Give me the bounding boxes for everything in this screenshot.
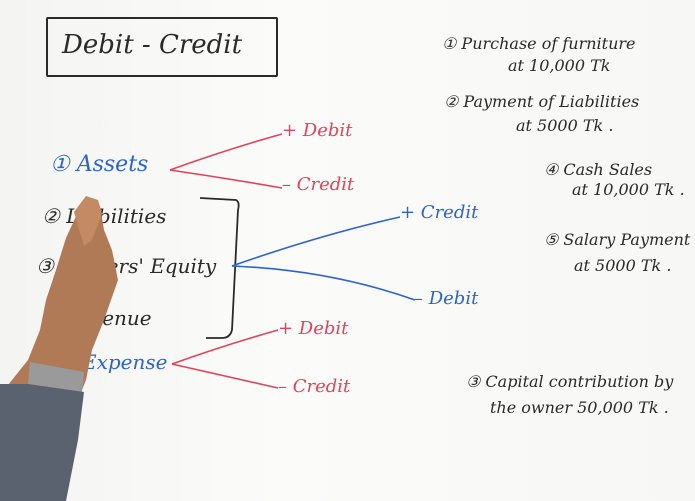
example-5-line2: at 5000 Tk . [574, 256, 672, 275]
account-owners-equity: ③ Owners' Equity [36, 254, 217, 278]
expense-minus-line [171, 363, 279, 389]
example-3-line1: ③ Capital contribution by [466, 372, 674, 391]
example-2-line1: ② Payment of Liabilities [444, 92, 640, 111]
example-3-line2: the owner 50,000 Tk . [490, 398, 669, 417]
expense-minus-credit: – Credit [278, 376, 351, 397]
example-1-line1: ① Purchase of furniture [442, 34, 636, 53]
example-1-line2: at 10,000 Tk [508, 56, 611, 75]
group-plus-line [231, 216, 401, 267]
example-4-line2: at 10,000 Tk . [572, 180, 685, 199]
assets-plus-line [169, 133, 283, 171]
group-minus-debit: – Debit [414, 288, 479, 309]
group-minus-line [231, 265, 416, 301]
whiteboard: Debit - Credit ① Assets ② Liabilities ③ … [0, 0, 695, 501]
connector-lines [169, 133, 416, 389]
assets-minus-line [169, 169, 283, 189]
example-4-line1: ④ Cash Sales [544, 160, 653, 179]
expense-plus-line [171, 329, 279, 365]
assets-plus-debit: + Debit [282, 120, 353, 141]
account-liabilities: ② Liabilities [42, 204, 167, 228]
example-2-line2: at 5000 Tk . [516, 116, 614, 135]
expense-plus-debit: + Debit [278, 318, 349, 339]
assets-minus-credit: – Credit [282, 174, 355, 195]
account-revenue: Revenue [64, 306, 152, 330]
example-5-line1: ⑤ Salary Payment [544, 230, 691, 249]
account-assets: ① Assets [50, 152, 149, 177]
group-plus-credit: + Credit [400, 202, 479, 223]
account-expense: Expense [82, 350, 168, 374]
